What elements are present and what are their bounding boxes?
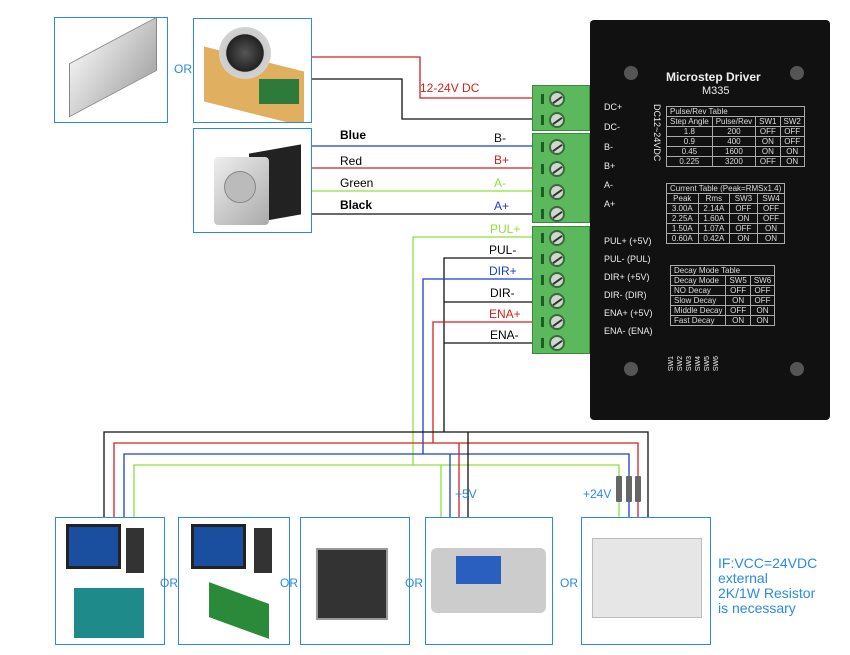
or-label: OR xyxy=(560,576,578,590)
terminal-label: B+ xyxy=(494,153,510,167)
switching-power-supply-image xyxy=(54,17,168,123)
terminal-dir-minus: DIR- (DIR) xyxy=(604,290,647,300)
pul-minus-wire xyxy=(443,257,540,432)
terminal-label: ENA+ xyxy=(489,307,521,321)
terminal-label: A- xyxy=(494,176,506,190)
terminal-pul-minus: PUL- (PUL) xyxy=(604,254,651,264)
handheld-controller-image xyxy=(425,517,553,645)
or-label: OR xyxy=(160,576,178,590)
resistor xyxy=(635,476,641,502)
mounting-hole-icon xyxy=(790,362,804,376)
resistors xyxy=(616,476,641,502)
terminal-label: B- xyxy=(494,131,506,145)
signal-terminal-block xyxy=(532,226,590,354)
current-table: Current Table (Peak=RMSx1.4) Peak Rms SW3 S… xyxy=(665,183,786,244)
motor-terminal-block xyxy=(532,133,590,223)
dip-switch-labels: SW1 SW2 SW3 SW4 SW5 SW6 xyxy=(668,356,720,372)
driver-title: Microstep Driver xyxy=(666,70,761,84)
resistor xyxy=(616,476,622,502)
resistor xyxy=(626,476,632,502)
terminal-dc-minus: DC- xyxy=(604,122,620,132)
terminal-label: PUL+ xyxy=(490,222,521,236)
motor-wire-label: Black xyxy=(340,198,373,212)
terminal-label: PUL- xyxy=(489,243,517,257)
or-label: OR xyxy=(280,576,298,590)
motor-wire-label: Green xyxy=(340,176,374,190)
bus-green xyxy=(133,464,620,517)
pulse-rev-table: Pulse/Rev Table Step Angle Pulse/Rev SW1 SW… xyxy=(666,106,805,167)
terminal-pul-plus: PUL+ (+5V) xyxy=(604,236,652,246)
driver-model: M335 xyxy=(702,85,730,97)
terminal-ena-plus: ENA+ (+5V) xyxy=(604,308,653,318)
decay-mode-table: Decay Mode Table Decay Mode SW5 SW6 NO Dec… xyxy=(669,265,776,326)
dir-plus-wire xyxy=(422,278,540,454)
terminal-dir-plus: DIR+ (+5V) xyxy=(604,272,650,282)
mounting-hole-icon xyxy=(624,362,638,376)
mounting-hole-icon xyxy=(624,66,638,80)
plus-5v-label: +5V xyxy=(455,487,477,501)
pc-breakout-board-image xyxy=(55,517,165,645)
mounting-hole-icon xyxy=(790,66,804,80)
bus-blue xyxy=(123,453,630,517)
terminal-label: DIR- xyxy=(490,286,515,300)
motor-wire-label: Red xyxy=(340,154,363,168)
terminal-a-minus: A- xyxy=(604,180,613,190)
supply-text: DC12~24VDC xyxy=(652,104,662,162)
power-voltage-label: 12-24V DC xyxy=(420,81,480,95)
terminal-label: ENA- xyxy=(490,328,519,342)
terminal-label: A+ xyxy=(494,199,510,213)
or-label: OR xyxy=(405,576,423,590)
ena-plus-wire xyxy=(432,321,540,443)
bus-black xyxy=(103,431,649,517)
resistor-note: IF:VCC=24VDC external 2K/1W Resistor is nec… xyxy=(718,555,818,616)
microstep-driver: Microstep Driver M335 DC12~24VDC DC+ DC-… xyxy=(590,20,830,420)
stepper-motor-image xyxy=(193,128,312,233)
pc-motion-card-image xyxy=(178,517,290,645)
terminal-label: DIR+ xyxy=(489,264,517,278)
terminal-a-plus: A+ xyxy=(604,199,616,209)
terminal-dc-plus: DC+ xyxy=(604,102,623,112)
transformer-power-supply-image xyxy=(193,18,312,123)
plus-24v-label: +24V xyxy=(583,487,612,501)
power-terminal-block xyxy=(532,85,590,131)
terminal-b-plus: B+ xyxy=(604,161,616,171)
motor-wire-label: Blue xyxy=(340,128,367,142)
plc-image xyxy=(581,517,711,645)
terminal-ena-minus: ENA- (ENA) xyxy=(604,326,653,336)
pul-plus-wire xyxy=(412,236,540,465)
or-label: OR xyxy=(174,62,192,76)
terminal-b-minus: B- xyxy=(604,142,613,152)
panel-controller-image xyxy=(300,517,410,645)
